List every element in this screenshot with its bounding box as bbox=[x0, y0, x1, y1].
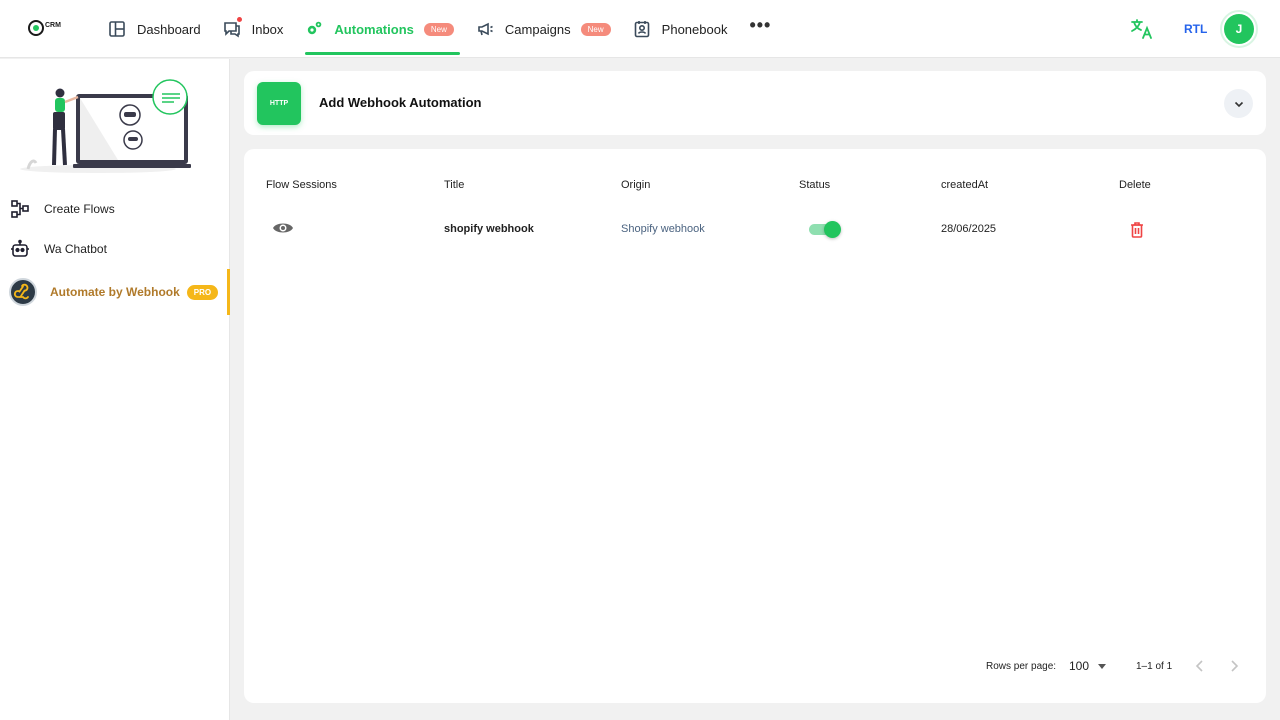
pagination-range: 1–1 of 1 bbox=[1136, 661, 1173, 672]
unread-dot bbox=[235, 16, 243, 23]
sidebar-item-create-flows[interactable]: Create Flows bbox=[0, 199, 230, 219]
rtl-toggle[interactable]: RTL bbox=[1184, 22, 1207, 36]
col-header-origin: Origin bbox=[621, 179, 651, 191]
nav-more[interactable]: ••• bbox=[749, 0, 771, 58]
webhook-icon bbox=[9, 278, 37, 306]
top-bar: CRM Dashboard Inbox Automations New Camp… bbox=[0, 0, 1280, 58]
col-header-flow-sessions: Flow Sessions bbox=[266, 179, 337, 191]
row-origin: Shopify webhook bbox=[621, 223, 705, 235]
nav-automations[interactable]: Automations New bbox=[305, 0, 461, 58]
trash-icon[interactable] bbox=[1129, 221, 1145, 239]
col-header-created-at: createdAt bbox=[941, 179, 989, 191]
rows-per-page-value: 100 bbox=[1069, 659, 1090, 673]
avatar-initial: J bbox=[1224, 14, 1254, 44]
sidebar: Create Flows Wa Chatbot Automate by Webh… bbox=[0, 59, 230, 720]
add-webhook-title: Add Webhook Automation bbox=[319, 95, 482, 110]
col-header-status: Status bbox=[799, 179, 831, 191]
toggle-thumb bbox=[824, 221, 841, 238]
logo-text: CRM bbox=[45, 21, 61, 29]
chevron-down-icon bbox=[1234, 101, 1243, 107]
nav-label: Campaigns bbox=[504, 21, 571, 37]
nav-campaigns[interactable]: Campaigns New bbox=[476, 0, 611, 58]
expand-button[interactable] bbox=[1224, 89, 1253, 118]
translate-icon[interactable] bbox=[1130, 17, 1154, 41]
pro-badge: PRO bbox=[186, 284, 219, 300]
rows-per-page-label: Rows per page: bbox=[986, 661, 1057, 672]
robot-icon bbox=[11, 239, 29, 257]
nav-label: Automations bbox=[334, 21, 414, 37]
row-created-at: 28/06/2025 bbox=[941, 223, 997, 235]
more-icon: ••• bbox=[749, 14, 772, 35]
eye-icon[interactable] bbox=[272, 220, 294, 236]
logo-icon bbox=[28, 20, 44, 36]
caret-down-icon bbox=[1098, 663, 1107, 669]
dashboard-icon bbox=[109, 21, 125, 37]
new-badge: New bbox=[580, 22, 611, 36]
avatar[interactable]: J bbox=[1220, 10, 1258, 48]
webhook-table: Flow Sessions Title Origin Status create… bbox=[244, 149, 1266, 703]
flow-icon bbox=[11, 200, 29, 218]
nav-dashboard[interactable]: Dashboard bbox=[108, 0, 201, 58]
sidebar-item-label: Wa Chatbot bbox=[44, 242, 107, 256]
chatbot-illustration-icon bbox=[20, 79, 191, 173]
row-title: shopify webhook bbox=[444, 223, 534, 235]
new-badge: New bbox=[423, 22, 454, 36]
nav-label: Dashboard bbox=[137, 21, 201, 37]
contact-book-icon bbox=[634, 21, 649, 38]
http-icon: HTTP bbox=[257, 82, 301, 125]
nav-inbox[interactable]: Inbox bbox=[223, 0, 284, 58]
chevron-right-icon[interactable] bbox=[1226, 658, 1242, 674]
status-toggle[interactable] bbox=[809, 221, 842, 238]
col-header-delete: Delete bbox=[1119, 179, 1151, 191]
main-nav: Dashboard Inbox Automations New Campaign… bbox=[108, 0, 793, 58]
logo[interactable]: CRM bbox=[28, 20, 61, 36]
sidebar-item-label: Automate by Webhook bbox=[50, 285, 180, 299]
add-webhook-card[interactable]: HTTP Add Webhook Automation bbox=[244, 71, 1266, 135]
sidebar-item-wa-chatbot[interactable]: Wa Chatbot bbox=[0, 239, 230, 259]
col-header-title: Title bbox=[444, 179, 465, 191]
sidebar-item-automate-by-webhook[interactable]: Automate by Webhook PRO bbox=[0, 269, 230, 315]
rows-per-page-select[interactable]: 100 bbox=[1069, 659, 1107, 673]
nav-label: Phonebook bbox=[661, 21, 728, 37]
sidebar-item-label: Create Flows bbox=[44, 202, 115, 216]
nav-phonebook[interactable]: Phonebook bbox=[633, 0, 728, 58]
megaphone-icon bbox=[478, 22, 493, 36]
nav-label: Inbox bbox=[251, 21, 284, 37]
chevron-left-icon[interactable] bbox=[1192, 658, 1208, 674]
gears-icon bbox=[308, 21, 322, 35]
